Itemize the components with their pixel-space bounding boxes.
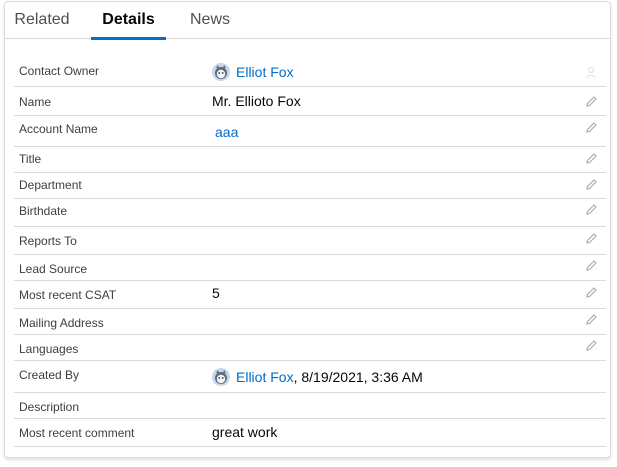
field-value: aaa [215, 124, 238, 140]
field-label: Department [19, 178, 82, 192]
field-label: Reports To [19, 234, 77, 248]
edit-languages-pencil-icon[interactable] [585, 339, 598, 352]
user-avatar-icon [212, 63, 230, 81]
field-label: Title [19, 152, 42, 166]
field-contact-owner: Contact Owner Elliot Fox [14, 59, 606, 87]
field-label: Contact Owner [19, 64, 100, 78]
field-department: Department [14, 173, 606, 199]
field-created-by: Created By Elliot Fox, 8/19/2021, 3:36 A… [14, 361, 606, 393]
field-lead-source: Lead Source [14, 255, 606, 281]
tab-details-label: Details [102, 11, 155, 28]
edit-lead-source-pencil-icon[interactable] [585, 259, 598, 272]
edit-mailing-address-pencil-icon[interactable] [585, 313, 598, 326]
field-label: Description [19, 400, 80, 414]
edit-name-pencil-icon[interactable] [585, 95, 598, 108]
tab-related[interactable]: Related [14, 2, 70, 39]
field-value: 5 [212, 285, 220, 301]
field-label: Name [19, 95, 52, 109]
tab-details[interactable]: Details [91, 2, 166, 40]
edit-title-pencil-icon[interactable] [585, 152, 598, 165]
field-languages: Languages [14, 335, 606, 361]
field-most-recent-comment: Most recent comment great work [14, 419, 606, 447]
field-title: Title [14, 147, 606, 173]
edit-birthdate-pencil-icon[interactable] [585, 203, 598, 216]
field-label: Most recent CSAT [19, 288, 117, 302]
field-label: Mailing Address [19, 316, 104, 330]
change-owner-icon[interactable] [585, 66, 598, 79]
created-by-user-link[interactable]: Elliot Fox [236, 369, 294, 385]
record-detail-card: Related Details News Contact Owner Ellio… [4, 1, 611, 458]
field-label: Created By [19, 368, 80, 382]
field-value: Elliot Fox, 8/19/2021, 3:36 AM [212, 368, 423, 386]
field-label: Most recent comment [19, 426, 135, 440]
account-name-link[interactable]: aaa [215, 124, 238, 140]
edit-account-name-pencil-icon[interactable] [585, 121, 598, 134]
field-account-name: Account Name aaa [14, 116, 606, 147]
field-value: Mr. Ellioto Fox [212, 93, 301, 109]
tab-news[interactable]: News [189, 2, 231, 39]
tab-bar: Related Details News [5, 2, 610, 40]
edit-csat-pencil-icon[interactable] [585, 286, 598, 299]
field-label: Languages [19, 342, 79, 356]
created-date: , 8/19/2021, 3:36 AM [293, 369, 423, 385]
field-mailing-address: Mailing Address [14, 309, 606, 335]
field-value: Elliot Fox [212, 63, 294, 81]
field-label: Account Name [19, 122, 98, 136]
field-label: Birthdate [19, 204, 68, 218]
field-value: great work [212, 424, 278, 440]
field-name: Name Mr. Ellioto Fox [14, 87, 606, 116]
user-avatar-icon [212, 368, 230, 386]
field-most-recent-csat: Most recent CSAT 5 [14, 281, 606, 309]
edit-department-pencil-icon[interactable] [585, 178, 598, 191]
contact-owner-link[interactable]: Elliot Fox [236, 64, 294, 80]
field-label: Lead Source [19, 262, 88, 276]
field-birthdate: Birthdate [14, 199, 606, 227]
field-reports-to: Reports To [14, 227, 606, 255]
active-tab-indicator [91, 37, 166, 40]
edit-reports-to-pencil-icon[interactable] [585, 232, 598, 245]
field-description: Description [14, 393, 606, 419]
